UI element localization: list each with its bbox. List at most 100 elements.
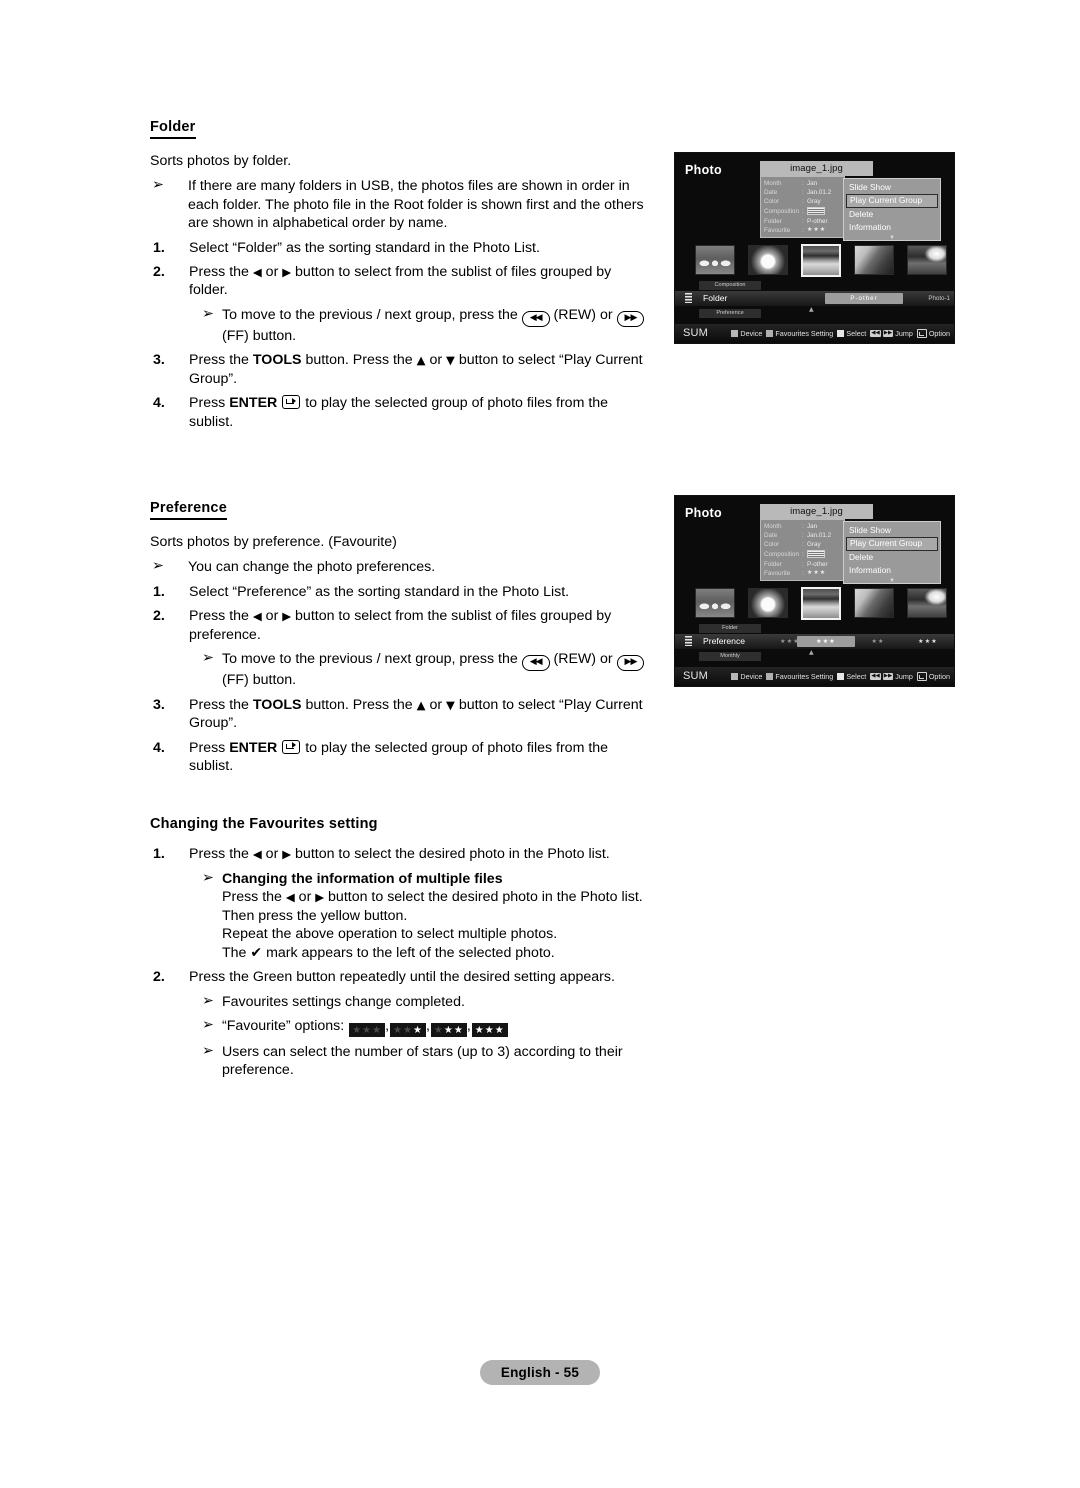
info-key: Composition <box>764 207 799 215</box>
tv1-title: Photo <box>685 163 722 177</box>
info-value: P-other <box>807 560 828 568</box>
folder-substep-rew: (REW) or <box>553 306 617 323</box>
star-on-icon: ★ <box>412 1025 423 1037</box>
folder-step-3-part-b: button. Press the <box>301 352 417 369</box>
chevron-down-icon[interactable]: ▼ <box>844 235 940 241</box>
footer-key-label: Favourites Setting <box>775 329 834 338</box>
footer-key-device[interactable]: Device <box>731 672 762 681</box>
tv2-menu-slide-show[interactable]: Slide Show <box>844 524 940 537</box>
favourite-stars: ★★★ <box>807 227 827 234</box>
tv2-sort-cell-2[interactable]: ★★ <box>857 636 899 647</box>
thumbnail-2[interactable] <box>748 245 788 275</box>
up-triangle-icon: ▲ <box>416 353 426 368</box>
tv2-footer-sum: SUM <box>683 670 709 682</box>
bullet-arrow-icon: ➢ <box>152 177 164 194</box>
folder-substep-part-a: To move to the previous / next group, pr… <box>222 306 522 323</box>
preference-substep-part-a: To move to the previous / next group, pr… <box>222 651 522 668</box>
tv1-menu-information[interactable]: Information <box>844 221 940 234</box>
down-triangle-icon: ▼ <box>446 353 455 368</box>
footer-key-select[interactable]: Select <box>837 329 866 338</box>
rew-button-icon: ◀◀ <box>521 655 550 672</box>
footer-key-option[interactable]: Option <box>916 329 950 338</box>
footer-key-jump[interactable]: ◀◀ ▶▶ Jump <box>870 672 913 681</box>
favourites-step-2: 2. Press the Green button repeatedly unt… <box>150 968 650 986</box>
tv2-tools-menu[interactable]: Slide Show Play Current Group Delete Inf… <box>843 521 941 584</box>
tv2-sort-above-label[interactable]: Folder <box>699 624 761 633</box>
info-key: Color <box>764 198 780 206</box>
tv1-tools-menu[interactable]: Slide Show Play Current Group Delete Inf… <box>843 178 941 241</box>
comma-separator: , <box>466 1018 471 1035</box>
footer-key-label: Option <box>928 329 950 338</box>
tv2-sort-below-label[interactable]: Monthly <box>699 652 761 661</box>
bullet-arrow-icon: ➢ <box>202 1017 214 1034</box>
star-off-icon: ★ <box>433 1025 444 1037</box>
tv1-info-row: Folder: P-other <box>764 217 841 226</box>
tv1-footer-keys: Device Favourites Setting Select ◀◀ ▶▶ Jum… <box>731 329 950 338</box>
tv1-sort-above-label[interactable]: Composition <box>699 281 761 290</box>
tv1-menu-play-current-group[interactable]: Play Current Group <box>846 194 938 208</box>
folder-step-2-text: Press the ◀ or ▶ button to select from t… <box>189 263 650 300</box>
folder-lead-text: Sorts photos by folder. <box>150 153 292 169</box>
bullet-arrow-icon: ➢ <box>202 650 214 667</box>
check-mark-icon: ✔ <box>250 944 263 961</box>
footer-key-device[interactable]: Device <box>731 329 762 338</box>
tv1-info-panel: Month: Jan Date: Jan.01.2 Color: Gray Compo… <box>760 176 845 238</box>
preference-substep-text: To move to the previous / next group, pr… <box>222 650 650 689</box>
favourites-options-row: ➢ “Favourite” options: ★★★, ★★★, ★★★, ★★★ <box>202 1017 650 1038</box>
footer-key-select[interactable]: Select <box>837 672 866 681</box>
tv2-menu-delete[interactable]: Delete <box>844 551 940 564</box>
info-value: Gray <box>807 541 821 549</box>
thumbnail-1[interactable] <box>695 245 735 275</box>
tv2-sort-cell-3[interactable]: ★★★ <box>907 636 949 647</box>
preference-step-4-text: Press ENTER to play the selected group o… <box>189 739 650 776</box>
footer-key-favourites-setting[interactable]: Favourites Setting <box>766 329 833 338</box>
tv1-menu-slide-show[interactable]: Slide Show <box>844 181 940 194</box>
folder-step-3-part-a: Press the <box>189 352 253 369</box>
ff-icon: ▶▶ <box>882 330 894 337</box>
tv1-sort-current-label[interactable]: Folder <box>699 292 761 305</box>
thumbnail-3-selected[interactable] <box>801 587 841 620</box>
sort-handle-icon[interactable] <box>685 293 692 303</box>
thumbnail-3-selected[interactable] <box>801 244 841 277</box>
tv1-info-row: Date: Jan.01.2 <box>764 188 841 197</box>
right-triangle-icon: ▶ <box>282 847 292 862</box>
favourite-option-0-star: ★★★ <box>349 1023 386 1038</box>
tv2-info-panel: Month: Jan Date: Jan.01.2 Color: Gray Compo… <box>760 519 845 581</box>
tv1-sort-below-label[interactable]: Preference <box>699 309 761 318</box>
chevron-down-icon[interactable]: ▼ <box>844 578 940 584</box>
thumbnail-4[interactable] <box>854 245 894 275</box>
tv2-info-row: Color: Gray <box>764 540 841 549</box>
favourites-options-body: “Favourite” options: ★★★, ★★★, ★★★, ★★★ <box>222 1017 650 1038</box>
tv1-menu-delete[interactable]: Delete <box>844 208 940 221</box>
sort-handle-icon[interactable] <box>685 636 692 646</box>
favourites-step-1-part-b: or <box>261 846 283 863</box>
favourites-multifile-body: Changing the information of multiple fil… <box>222 870 650 962</box>
thumbnail-5[interactable] <box>907 245 947 275</box>
tv2-menu-information[interactable]: Information <box>844 564 940 577</box>
thumbnail-1[interactable] <box>695 588 735 618</box>
footer-key-favourites-setting[interactable]: Favourites Setting <box>766 672 833 681</box>
enter-key-icon <box>916 329 927 338</box>
favourite-option-3-star: ★★★ <box>471 1023 508 1038</box>
thumbnail-2[interactable] <box>748 588 788 618</box>
preference-step-2-text: Press the ◀ or ▶ button to select from t… <box>189 607 650 644</box>
tv2-footer-bar: SUM Device Favourites Setting Select ◀◀ ▶… <box>675 667 954 686</box>
tv2-menu-play-current-group[interactable]: Play Current Group <box>846 537 938 551</box>
tv-screenshot-folder: Photo image_1.jpg Month: Jan Date: Jan.01.… <box>674 152 955 344</box>
footer-key-jump[interactable]: ◀◀ ▶▶ Jump <box>870 329 913 338</box>
ff-button-icon: ▶▶ <box>616 655 645 672</box>
star-off-icon: ★★ <box>393 1025 413 1037</box>
footer-key-option[interactable]: Option <box>916 672 950 681</box>
tv1-sort-cell[interactable] <box>763 293 823 304</box>
tv1-footer-sum: SUM <box>683 327 709 339</box>
rew-icon: ◀◀ <box>870 673 881 680</box>
enter-key-icon <box>282 395 301 410</box>
tv1-sort-cell-selected[interactable]: P-other <box>825 293 903 304</box>
tv2-sort-current-label[interactable]: Preference <box>699 635 761 648</box>
folder-step-3-part-c: or <box>425 352 447 369</box>
favourites-multifile-block: ➢ Changing the information of multiple f… <box>202 870 650 962</box>
favourite-stars: ★★★ <box>807 570 827 577</box>
tv2-sort-cell-1-selected[interactable]: ★★★ <box>797 636 855 647</box>
thumbnail-4[interactable] <box>854 588 894 618</box>
thumbnail-5[interactable] <box>907 588 947 618</box>
